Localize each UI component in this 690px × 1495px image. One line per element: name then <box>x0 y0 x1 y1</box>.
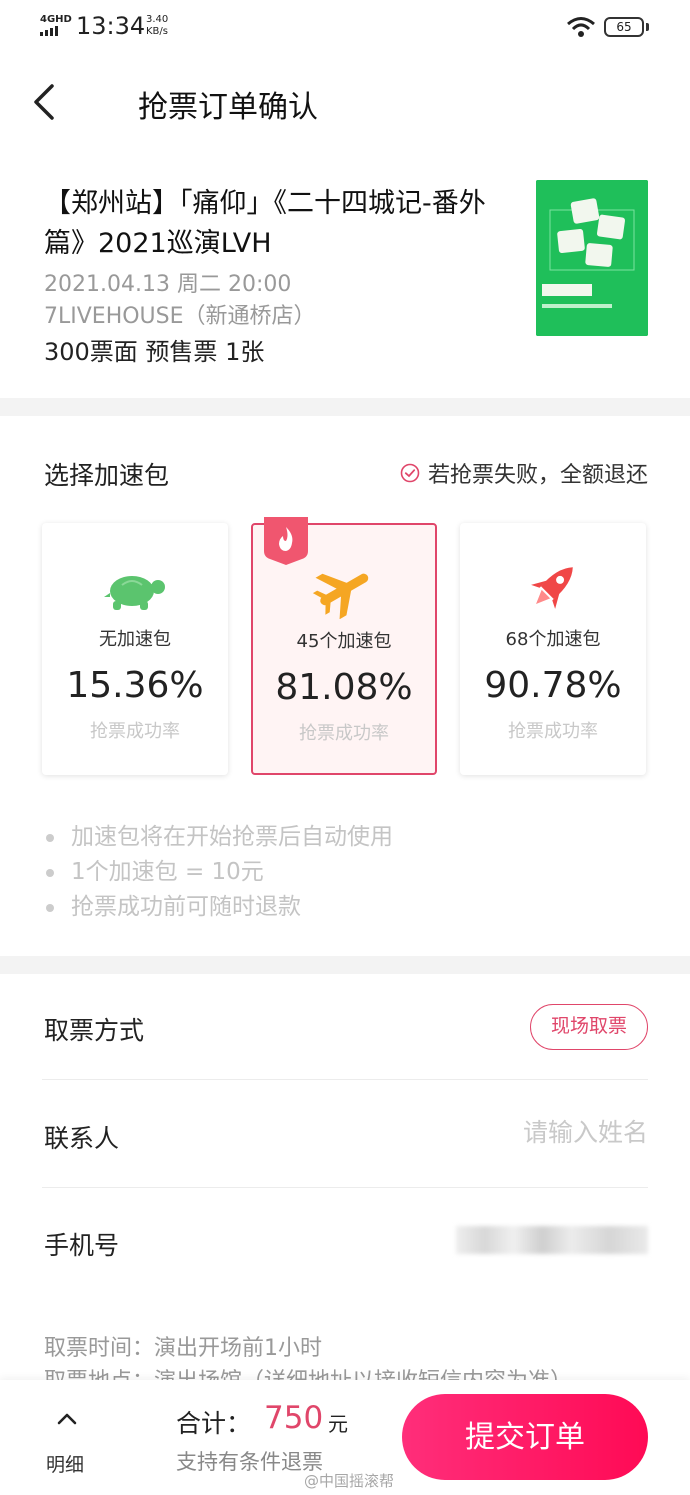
package-rate: 15.36% <box>66 665 204 706</box>
event-poster[interactable] <box>536 180 648 336</box>
note-item: 抢票成功前可随时退款 <box>44 890 393 925</box>
network-type: 4GHD <box>40 14 72 25</box>
page-title: 抢票订单确认 <box>138 90 318 125</box>
accel-notes: 加速包将在开始抢票后自动使用 1个加速包 = 10元 抢票成功前可随时退款 <box>44 820 393 925</box>
total-label: 合计： <box>176 1409 252 1438</box>
note-text: 抢票成功前可随时退款 <box>71 894 301 920</box>
package-label: 无加速包 <box>99 629 171 650</box>
package-card-none[interactable]: 无加速包 15.36% 抢票成功率 <box>42 523 228 775</box>
clock: 13:34 <box>76 12 146 40</box>
package-sublabel: 抢票成功率 <box>90 721 180 742</box>
row-divider <box>42 1187 648 1188</box>
speed-unit: KB/s <box>146 26 168 37</box>
bullet-icon <box>46 833 54 842</box>
wifi-icon <box>567 17 595 37</box>
refund-condition: 支持有条件退票 <box>176 1450 323 1474</box>
phone-label: 手机号 <box>44 1231 120 1260</box>
bullet-icon <box>46 868 54 877</box>
section-divider <box>0 956 690 974</box>
total-amount: 750 <box>264 1400 324 1436</box>
accel-section-title: 选择加速包 <box>44 461 170 490</box>
section-divider <box>0 398 690 416</box>
rocket-icon <box>531 567 573 609</box>
package-label: 68个加速包 <box>505 629 601 650</box>
row-divider <box>42 1079 648 1080</box>
airplane-icon <box>312 573 369 619</box>
pickup-time-info: 取票时间：演出开场前1小时 <box>44 1336 322 1361</box>
note-item: 1个加速包 = 10元 <box>44 855 393 890</box>
contact-label: 联系人 <box>44 1124 120 1153</box>
pickup-method-button[interactable]: 现场取票 <box>530 1004 648 1050</box>
package-sublabel: 抢票成功率 <box>299 723 389 744</box>
contact-name-input[interactable] <box>400 1118 648 1147</box>
turtle-icon <box>104 576 165 610</box>
signal-icon <box>40 26 58 36</box>
watermark: @中国摇滚帮 <box>304 1472 395 1490</box>
chevron-left-icon[interactable] <box>30 82 66 122</box>
total-unit: 元 <box>328 1412 348 1436</box>
note-item: 加速包将在开始抢票后自动使用 <box>44 820 393 855</box>
event-venue: 7LIVEHOUSE（新通桥店） <box>44 304 316 329</box>
note-text: 加速包将在开始抢票后自动使用 <box>71 824 393 850</box>
package-rate: 90.78% <box>484 665 622 706</box>
package-sublabel: 抢票成功率 <box>508 721 598 742</box>
fire-badge-icon <box>264 517 308 565</box>
refund-note: 若抢票失败，全额退还 <box>400 457 648 489</box>
submit-order-button[interactable]: 提交订单 <box>402 1394 648 1480</box>
package-card-68[interactable]: 68个加速包 90.78% 抢票成功率 <box>460 523 646 775</box>
event-title: 【郑州站】「痛仰」《二十四城记-番外篇》2021巡演LVH <box>44 188 486 259</box>
poster-image <box>536 180 648 336</box>
package-rate: 81.08% <box>275 667 413 708</box>
pickup-method-label: 取票方式 <box>44 1016 145 1045</box>
check-circle-icon <box>400 463 420 483</box>
chevron-up-icon[interactable] <box>56 1408 78 1430</box>
detail-button[interactable]: 明细 <box>46 1450 84 1477</box>
note-text: 1个加速包 = 10元 <box>71 859 264 885</box>
ticket-info: 300票面 预售票 1张 <box>44 338 265 366</box>
bullet-icon <box>46 903 54 912</box>
refund-note-text: 若抢票失败，全额退还 <box>427 463 648 488</box>
speed-value: 3.40 <box>146 14 169 25</box>
package-label: 45个加速包 <box>296 631 392 652</box>
network-speed: 3.40 KB/s <box>146 14 168 38</box>
battery-icon: 65 <box>604 17 644 37</box>
event-datetime: 2021.04.13 周二 20:00 <box>44 272 292 297</box>
battery-tip <box>646 23 649 31</box>
status-bar: 4GHD 13:34 3.40 KB/s 65 <box>0 0 690 56</box>
phone-number-field[interactable] <box>456 1226 648 1254</box>
